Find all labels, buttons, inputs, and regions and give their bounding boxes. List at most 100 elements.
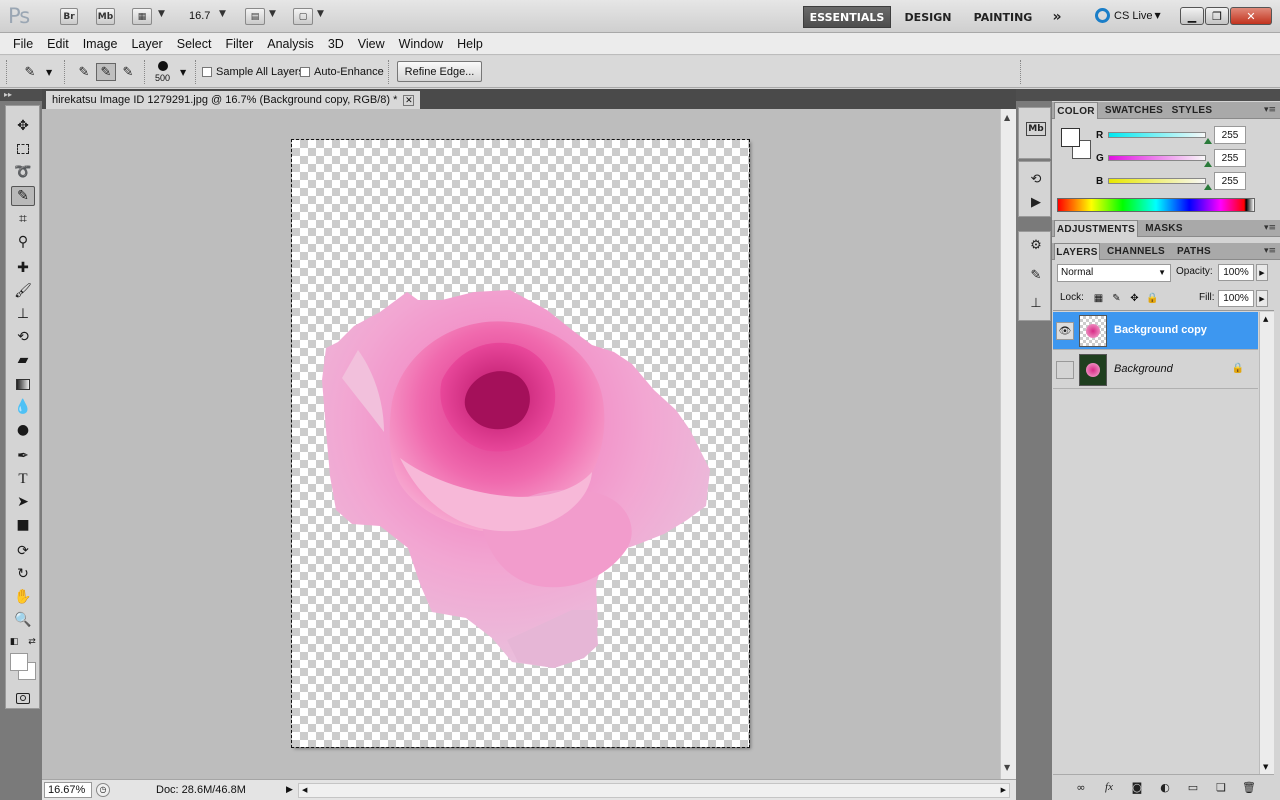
menu-edit[interactable]: Edit [40, 37, 76, 51]
gradient-tool-icon[interactable] [11, 374, 35, 394]
scroll-left-icon[interactable]: ◀ [302, 786, 307, 794]
new-selection-icon[interactable]: ✎ [74, 63, 94, 81]
tools-panel-collapse-icon[interactable]: ▸▸ [0, 89, 42, 101]
layers-scroll-down-icon[interactable]: ▼ [1263, 763, 1268, 771]
red-value-field[interactable]: 255 [1214, 126, 1246, 144]
path-selection-tool-icon[interactable]: ➤ [11, 492, 35, 512]
blue-value-field[interactable]: 255 [1214, 172, 1246, 190]
rectangular-marquee-tool-icon[interactable] [11, 139, 35, 159]
actions-panel-icon[interactable]: ▶ [1026, 193, 1046, 211]
workspace-painting[interactable]: PAINTING [966, 6, 1040, 28]
3d-rotate-tool-icon[interactable]: ⟳ [11, 541, 35, 561]
refine-edge-button[interactable]: Refine Edge... [397, 61, 482, 82]
restore-button[interactable]: ❐ [1205, 7, 1229, 25]
crop-tool-icon[interactable]: ⌗ [11, 209, 35, 229]
horizontal-scrollbar[interactable]: ◀ ▶ [298, 783, 1010, 798]
tab-masks[interactable]: MASKS [1142, 220, 1186, 237]
tab-adjustments[interactable]: ADJUSTMENTS [1054, 220, 1138, 237]
red-slider-handle[interactable] [1204, 138, 1212, 144]
scroll-right-icon[interactable]: ▶ [1001, 786, 1006, 794]
layer-name[interactable]: Background [1114, 363, 1173, 375]
tool-preset-picker-icon[interactable]: ✎ [20, 63, 40, 81]
swap-colors-icon[interactable]: ⇄ [26, 636, 38, 648]
menu-image[interactable]: Image [76, 37, 125, 51]
arrange-documents-button[interactable]: ▤ [245, 8, 265, 25]
lock-position-icon[interactable]: ✥ [1128, 292, 1141, 305]
view-extras-button[interactable]: ▦ [132, 8, 152, 25]
menu-help[interactable]: Help [450, 37, 490, 51]
foreground-color-swatch[interactable] [10, 653, 28, 671]
menu-select[interactable]: Select [170, 37, 219, 51]
bridge-button[interactable]: Br [60, 8, 78, 25]
options-grip[interactable] [6, 60, 8, 84]
quick-selection-tool-icon[interactable]: ✎ [11, 186, 35, 206]
brush-dropdown-icon[interactable]: ▼ [180, 68, 186, 77]
layer-row-background-copy[interactable]: 👁 Background copy [1053, 312, 1258, 350]
fill-field[interactable]: 100% [1218, 290, 1254, 307]
tool-preset-dropdown-icon[interactable]: ▼ [46, 68, 52, 77]
dodge-tool-icon[interactable]: ● [11, 420, 35, 440]
layer-visibility-eye-icon[interactable]: 👁 [1056, 322, 1074, 340]
brush-size[interactable]: 500 [155, 73, 170, 83]
fill-slider-arrow-icon[interactable]: ▶ [1256, 290, 1268, 307]
spot-healing-brush-icon[interactable]: ✚ [11, 258, 35, 278]
tab-layers[interactable]: LAYERS [1054, 243, 1100, 260]
zoom-field[interactable]: 16.67% [44, 782, 92, 798]
rectangle-tool-icon[interactable]: ■ [11, 515, 35, 535]
document-size-info[interactable]: Doc: 28.6M/46.8M [156, 784, 246, 796]
add-to-selection-icon[interactable]: ✎ [96, 63, 116, 81]
tab-styles[interactable]: STYLES [1170, 102, 1214, 119]
status-info-icon[interactable]: ◷ [96, 783, 110, 797]
layer-name[interactable]: Background copy [1114, 324, 1207, 336]
tab-color[interactable]: COLOR [1054, 102, 1098, 119]
tab-swatches[interactable]: SWATCHES [1102, 102, 1166, 119]
green-slider-track[interactable] [1108, 155, 1206, 161]
history-panel-icon[interactable]: ⟲ [1026, 170, 1046, 188]
color-panel-foreground-swatch[interactable] [1061, 128, 1080, 147]
brush-panel-icon[interactable]: ✎ [1026, 266, 1046, 284]
screen-mode-dropdown-icon[interactable]: ▼ [317, 9, 324, 19]
zoom-tool-icon[interactable]: 🔍 [11, 610, 35, 630]
vertical-scrollbar[interactable]: ▲ ▼ [1000, 109, 1016, 779]
delete-layer-icon[interactable]: 🗑 [1241, 779, 1257, 795]
new-group-icon[interactable]: ▭ [1185, 779, 1201, 795]
color-spectrum-ramp[interactable] [1057, 198, 1255, 212]
adjustment-layer-icon[interactable]: ◐ [1157, 779, 1173, 795]
eyedropper-tool-icon[interactable]: ⚲ [11, 232, 35, 252]
close-document-icon[interactable]: ✕ [403, 94, 415, 106]
layer-style-fx-icon[interactable]: fx [1101, 779, 1117, 795]
status-menu-arrow-icon[interactable]: ▶ [286, 785, 293, 795]
default-colors-icon[interactable]: ◧ [8, 636, 20, 648]
brush-tool-icon[interactable]: 🖌 [11, 281, 35, 301]
menu-filter[interactable]: Filter [218, 37, 260, 51]
hand-tool-icon[interactable]: ✋ [11, 587, 35, 607]
zoom-level[interactable]: 16.7 [189, 10, 210, 22]
opacity-field[interactable]: 100% [1218, 264, 1254, 281]
document-tab[interactable]: hirekatsu Image ID 1279291.jpg @ 16.7% (… [46, 91, 421, 109]
blur-tool-icon[interactable]: 💧 [11, 397, 35, 417]
strip-collapse-icon[interactable] [1016, 89, 1052, 101]
lock-transparent-pixels-icon[interactable]: ▦ [1092, 292, 1105, 305]
menu-3d[interactable]: 3D [321, 37, 351, 51]
menu-window[interactable]: Window [392, 37, 450, 51]
green-slider-handle[interactable] [1204, 161, 1212, 167]
green-value-field[interactable]: 255 [1214, 149, 1246, 167]
link-layers-icon[interactable]: ∞ [1073, 779, 1089, 795]
layers-scroll-up-icon[interactable]: ▲ [1263, 315, 1268, 323]
screen-mode-button[interactable]: ▢ [293, 8, 313, 25]
scroll-down-icon[interactable]: ▼ [1004, 763, 1010, 772]
minimize-button[interactable]: ▁ [1180, 7, 1204, 25]
pen-tool-icon[interactable]: ✒ [11, 446, 35, 466]
tab-paths[interactable]: PATHS [1172, 243, 1216, 260]
menu-file[interactable]: File [6, 37, 40, 51]
blend-mode-select[interactable]: Normal ▼ [1057, 264, 1171, 282]
subtract-from-selection-icon[interactable]: ✎ [118, 63, 138, 81]
new-layer-icon[interactable]: ❏ [1213, 779, 1229, 795]
opacity-slider-arrow-icon[interactable]: ▶ [1256, 264, 1268, 281]
close-window-button[interactable]: ✕ [1230, 7, 1272, 25]
zoom-dropdown-icon[interactable]: ▼ [219, 9, 226, 19]
layer-row-background[interactable]: Background 🔒 [1053, 351, 1258, 389]
lock-image-pixels-icon[interactable]: ✎ [1110, 292, 1123, 305]
cs-live-menu[interactable]: CS Live ▼ [1095, 8, 1161, 23]
mini-bridge-button[interactable]: Mb [96, 8, 115, 25]
